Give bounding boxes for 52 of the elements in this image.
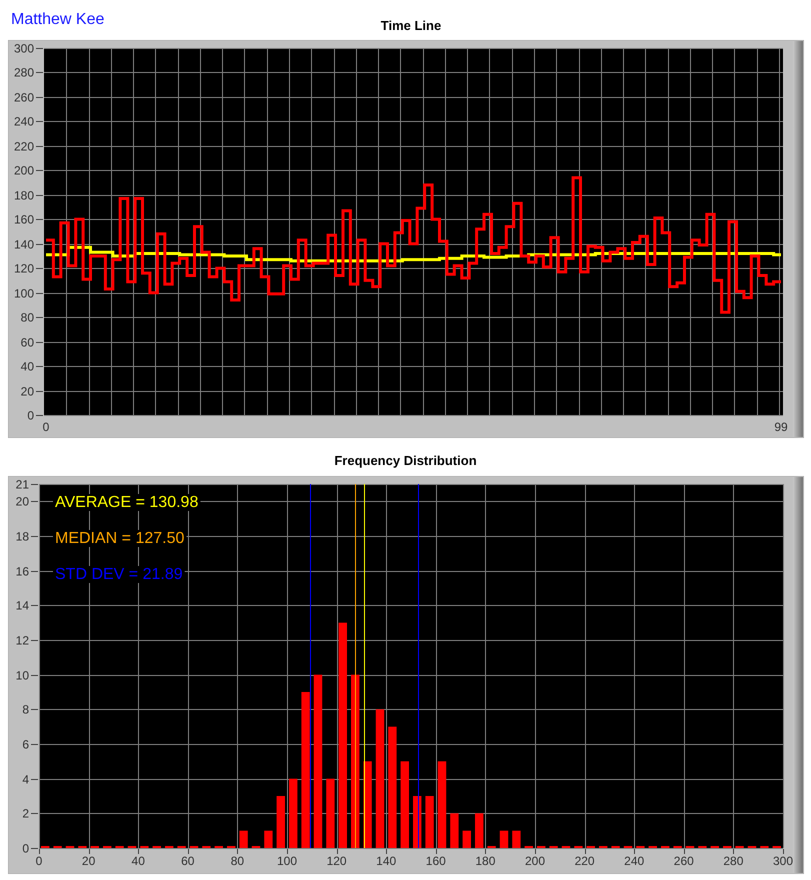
axis-tick-label: 20 — [82, 854, 96, 868]
axis-tick-label: 100 — [14, 286, 34, 300]
axis-tick-label: 6 — [22, 738, 29, 752]
axis-tick-label: 0 — [36, 854, 42, 868]
axis-tick-label: 60 — [20, 336, 34, 350]
axis-tick-label: 40 — [132, 854, 145, 868]
axis-tick-label: 120 — [326, 854, 347, 868]
axis-tick-label: 140 — [376, 854, 396, 868]
axis-tick-label: 20 — [20, 384, 34, 398]
axis-tick-label: 200 — [14, 164, 34, 178]
axis-tick-label: 16 — [16, 564, 29, 578]
axis-tick-label: 100 — [276, 854, 298, 868]
axis-tick-label: 4 — [22, 772, 29, 786]
axis-tick-label: 260 — [14, 90, 34, 104]
axis-tick-label: 12 — [16, 634, 29, 648]
axis-tick-label: 180 — [475, 854, 496, 868]
axis-tick-label: 220 — [14, 140, 34, 154]
axis-tick-label: 80 — [20, 310, 34, 324]
axis-tick-label: 60 — [181, 854, 194, 868]
axis-tick-label: 180 — [14, 188, 34, 202]
axis-tick-label: 99 — [774, 420, 788, 434]
axis-tick-label: 10 — [16, 668, 29, 682]
axis-tick-label: 240 — [14, 114, 34, 128]
axis-tick-label: 160 — [14, 212, 34, 226]
chart-title: Time Line — [380, 18, 442, 33]
axis-tick-label: 120 — [14, 262, 34, 276]
axis-tick-label: 2 — [22, 806, 29, 820]
axis-tick-label: 240 — [624, 854, 644, 868]
statistic-label: STD DEV = 21.89 — [55, 566, 183, 583]
axis-tick-label: 220 — [574, 854, 595, 868]
user-name: Matthew Kee — [11, 11, 106, 29]
axis-tick-label: 300 — [14, 42, 34, 56]
statistic-label: MEDIAN = 127.50 — [55, 530, 184, 547]
axis-tick-label: 21 — [16, 478, 29, 492]
axis-tick-label: 0 — [42, 420, 50, 434]
axis-tick-label: 300 — [772, 854, 794, 868]
axis-tick-label: 260 — [674, 854, 694, 868]
axis-tick-label: 80 — [230, 854, 244, 868]
axis-tick-label: 18 — [16, 530, 29, 544]
axis-tick-label: 0 — [22, 842, 29, 856]
chart-title: Frequency Distribution — [334, 453, 477, 468]
axis-tick-label: 0 — [27, 408, 34, 422]
axis-tick-label: 14 — [16, 598, 29, 612]
statistic-label: AVERAGE = 130.98 — [55, 494, 198, 511]
axis-tick-label: 140 — [14, 238, 34, 252]
axis-tick-label: 160 — [426, 854, 446, 868]
axis-tick-label: 280 — [723, 854, 744, 868]
axis-tick-label: 8 — [22, 702, 29, 716]
axis-tick-label: 20 — [16, 494, 29, 508]
axis-tick-label: 280 — [14, 66, 34, 80]
axis-tick-label: 40 — [20, 360, 34, 374]
axis-tick-label: 200 — [524, 854, 546, 868]
